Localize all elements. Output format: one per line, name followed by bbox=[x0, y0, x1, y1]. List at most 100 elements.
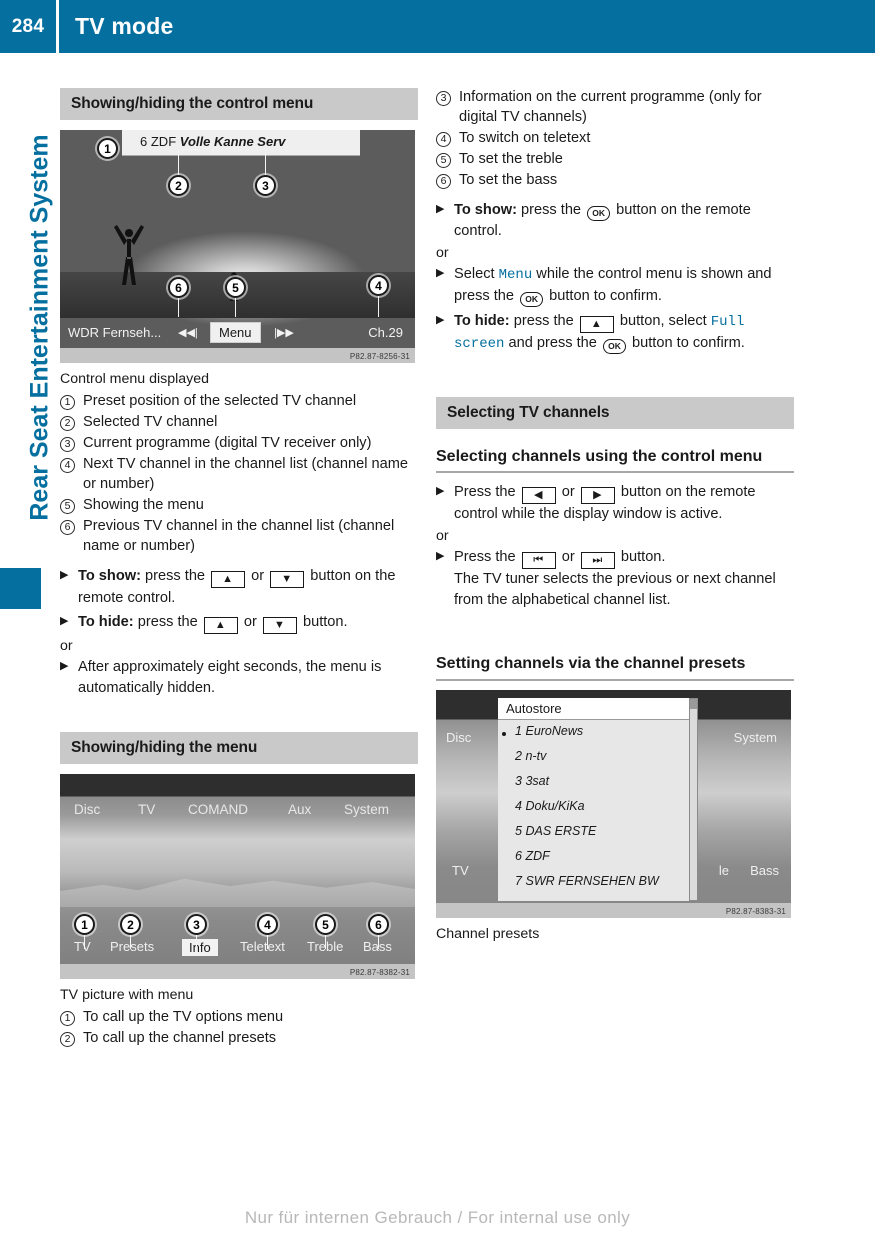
instruction-to-hide: ▶ To hide: press the ▲ or ▼ button. bbox=[60, 612, 418, 635]
item-text: Next TV channel in the channel list (cha… bbox=[83, 455, 409, 492]
tab-comand[interactable]: COMAND bbox=[188, 802, 248, 817]
leader-line bbox=[130, 934, 131, 950]
leader-line bbox=[178, 295, 179, 317]
tab-disc[interactable]: Disc bbox=[74, 802, 100, 817]
instruction-press-skip: ▶ Press the ⏮ or ⏭ button. The TV tuner s… bbox=[436, 547, 794, 610]
instruction-text: Press the ◀ or ▶ button on the remote co… bbox=[454, 484, 756, 523]
ok-button-icon[interactable]: OK bbox=[520, 291, 544, 307]
menu-item-tv[interactable]: TV bbox=[74, 939, 91, 954]
tv-control-menu-bar: WDR Fernseh... ◀◀| Menu |▶▶ Ch.29 bbox=[60, 318, 415, 346]
remote-key-icon[interactable]: ▼ bbox=[262, 617, 297, 635]
leader-line bbox=[325, 934, 326, 950]
tab-disc[interactable]: Disc bbox=[446, 730, 471, 745]
remote-key-icon[interactable]: ▲ bbox=[211, 570, 246, 588]
remote-key-icon[interactable]: ▲ bbox=[579, 315, 614, 333]
tab-tv[interactable]: TV bbox=[138, 802, 155, 817]
tv-bottom-menu-row: TV Presets Info Teletext Treble Bass bbox=[60, 939, 415, 963]
instruction-text: Select Menu while the control menu is sh… bbox=[454, 264, 794, 307]
triangle-bullet-icon: ▶ bbox=[60, 660, 69, 673]
list-item[interactable]: 7 SWR FERNSEHEN BW bbox=[498, 874, 689, 899]
figure-reference-code: P82.87-8383-31 bbox=[725, 906, 786, 916]
preset-index: 4 bbox=[515, 798, 522, 813]
list-item: 6 To set the bass bbox=[436, 171, 794, 191]
callout-5: 5 bbox=[225, 277, 246, 298]
page-header: 284 TV mode bbox=[0, 0, 875, 53]
instruction-lead: To show: bbox=[78, 567, 141, 584]
tv-menu-button[interactable]: Menu bbox=[210, 321, 261, 343]
figure-tv-picture-with-menu: Disc TV COMAND Aux System TV Presets Inf… bbox=[60, 774, 415, 980]
preset-index: 7 bbox=[515, 873, 522, 888]
list-item[interactable]: 1 EuroNews bbox=[498, 724, 689, 749]
ok-button-icon[interactable]: OK bbox=[602, 338, 626, 354]
callout-3: 3 bbox=[255, 175, 276, 196]
leader-line bbox=[182, 149, 200, 150]
scrollbar-thumb[interactable] bbox=[690, 698, 697, 709]
instruction-select-menu: ▶ Select Menu while the control menu is … bbox=[436, 264, 794, 307]
item-text: Previous TV channel in the channel list … bbox=[83, 517, 395, 554]
tab-aux[interactable]: Aux bbox=[288, 802, 311, 817]
instruction-lead: To hide: bbox=[78, 614, 134, 631]
menu-item-info[interactable]: Info bbox=[182, 939, 218, 957]
remote-key-icon[interactable]: ⏭ bbox=[580, 552, 615, 570]
preset-name: 3sat bbox=[525, 773, 550, 788]
preset-name: DAS ERSTE bbox=[525, 823, 597, 838]
callout-2: 2 bbox=[168, 175, 189, 196]
preset-index: 1 bbox=[515, 723, 522, 738]
list-item[interactable]: 5 DAS ERSTE bbox=[498, 824, 689, 849]
list-item: 3 Information on the current programme (… bbox=[436, 88, 794, 128]
tab-treble-partial[interactable]: le bbox=[719, 863, 729, 878]
remote-key-icon[interactable]: ▶ bbox=[580, 487, 615, 505]
list-item: 4 To switch on teletext bbox=[436, 129, 794, 149]
remote-key-icon[interactable]: ⏮ bbox=[521, 552, 556, 570]
item-text: To set the treble bbox=[459, 150, 563, 167]
list-item[interactable]: 3 3sat bbox=[498, 774, 689, 799]
list-item[interactable]: 4 Doku/KiKa bbox=[498, 799, 689, 824]
item-number: 2 bbox=[60, 1032, 75, 1048]
tab-tv[interactable]: TV bbox=[452, 863, 469, 878]
list-item[interactable]: 2 n-tv bbox=[498, 749, 689, 774]
list-item: 1 To call up the TV options menu bbox=[60, 1008, 418, 1028]
scrollbar[interactable] bbox=[689, 697, 698, 901]
instruction-text: To show: press the OK button on the remo… bbox=[454, 201, 751, 239]
item-number: 6 bbox=[60, 519, 75, 535]
item-text: Current programme (digital TV receiver o… bbox=[83, 435, 372, 451]
tab-system[interactable]: System bbox=[734, 730, 777, 745]
instruction-to-show: ▶ To show: press the ▲ or ▼ button on th… bbox=[60, 566, 418, 608]
instruction-to-hide-fullscreen: ▶ To hide: press the ▲ button, select Fu… bbox=[436, 311, 794, 355]
skip-back-icon[interactable]: ◀◀| bbox=[178, 326, 198, 339]
instruction-lead: To show: bbox=[454, 201, 517, 218]
remote-key-icon[interactable]: ▲ bbox=[203, 617, 238, 635]
item-text: Information on the current programme (on… bbox=[459, 89, 762, 125]
ok-button-icon[interactable]: OK bbox=[587, 205, 611, 221]
triangle-bullet-icon: ▶ bbox=[436, 202, 445, 215]
tv-preset-number: 6 bbox=[140, 134, 148, 149]
item-text: Showing the menu bbox=[83, 496, 204, 513]
list-item: 5 To set the treble bbox=[436, 150, 794, 170]
remote-key-icon[interactable]: ▼ bbox=[270, 570, 305, 588]
tab-bass[interactable]: Bass bbox=[750, 863, 779, 878]
page-number: 284 bbox=[11, 15, 45, 37]
item-number: 5 bbox=[60, 498, 75, 514]
preset-index: 2 bbox=[515, 748, 522, 763]
figure3-caption: Channel presets bbox=[436, 925, 540, 942]
subheading-setting-channels-presets: Setting channels via the channel presets bbox=[436, 655, 746, 673]
list-item: 1 Preset position of the selected TV cha… bbox=[60, 392, 418, 412]
page-title: TV mode bbox=[75, 13, 174, 39]
subheading-rule bbox=[436, 678, 794, 681]
list-item[interactable]: 6 ZDF bbox=[498, 849, 689, 874]
list-item: 4 Next TV channel in the channel list (c… bbox=[60, 455, 418, 495]
instruction-text: After approximately eight seconds, the m… bbox=[78, 659, 382, 696]
menu-item-teletext[interactable]: Teletext bbox=[240, 939, 285, 954]
right-column: 3 Information on the current programme (… bbox=[436, 88, 794, 947]
remote-key-icon[interactable]: ◀ bbox=[521, 487, 556, 505]
figure-reference-code: P82.87-8256-31 bbox=[349, 352, 410, 361]
skip-forward-icon[interactable]: |▶▶ bbox=[274, 326, 294, 339]
preset-name: EuroNews bbox=[525, 723, 584, 738]
triangle-bullet-icon: ▶ bbox=[436, 485, 445, 498]
instruction-text: To hide: press the ▲ or ▼ button. bbox=[78, 612, 418, 635]
item-text: To call up the TV options menu bbox=[83, 1009, 284, 1026]
leader-line bbox=[378, 295, 379, 317]
menu-item-presets[interactable]: Presets bbox=[110, 939, 154, 954]
tab-system[interactable]: System bbox=[344, 802, 389, 817]
tv-channel-name: ZDF bbox=[150, 134, 177, 149]
